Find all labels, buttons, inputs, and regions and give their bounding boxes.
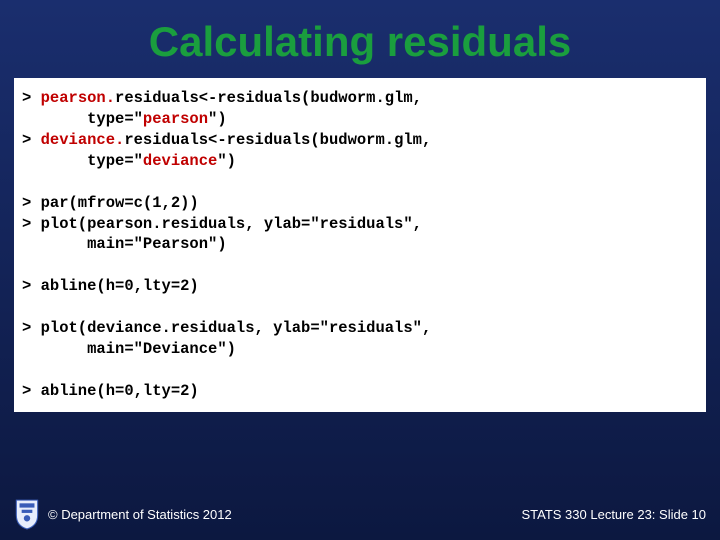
code-text: ") (208, 110, 227, 128)
code-highlight: deviance. (41, 131, 125, 149)
code-blank (22, 360, 698, 381)
code-text: > (22, 131, 41, 149)
code-block: > pearson.residuals<-residuals(budworm.g… (14, 78, 706, 412)
footer: © Department of Statistics 2012 STATS 33… (0, 498, 720, 530)
slide-title: Calculating residuals (0, 0, 720, 78)
code-highlight: pearson (143, 110, 208, 128)
code-blank (22, 172, 698, 193)
slide-number: STATS 330 Lecture 23: Slide 10 (521, 507, 706, 522)
code-text: type=" (22, 152, 143, 170)
code-text: > plot(deviance.residuals, ylab="residua… (22, 318, 698, 339)
code-highlight: pearson. (41, 89, 115, 107)
copyright-text: © Department of Statistics 2012 (48, 507, 232, 522)
code-text: type=" (22, 110, 143, 128)
code-text: main="Pearson") (22, 234, 698, 255)
code-blank (22, 297, 698, 318)
code-text: residuals<-residuals(budworm.glm, (115, 89, 422, 107)
university-crest-icon (14, 498, 40, 530)
code-text: > abline(h=0,lty=2) (22, 276, 698, 297)
code-text: residuals<-residuals(budworm.glm, (124, 131, 431, 149)
code-text: main="Deviance") (22, 339, 698, 360)
code-text: > plot(pearson.residuals, ylab="residual… (22, 214, 698, 235)
code-highlight: deviance (143, 152, 217, 170)
code-text: > par(mfrow=c(1,2)) (22, 193, 698, 214)
code-text: > abline(h=0,lty=2) (22, 381, 698, 402)
code-text: ") (217, 152, 236, 170)
code-blank (22, 255, 698, 276)
code-text: > (22, 89, 41, 107)
